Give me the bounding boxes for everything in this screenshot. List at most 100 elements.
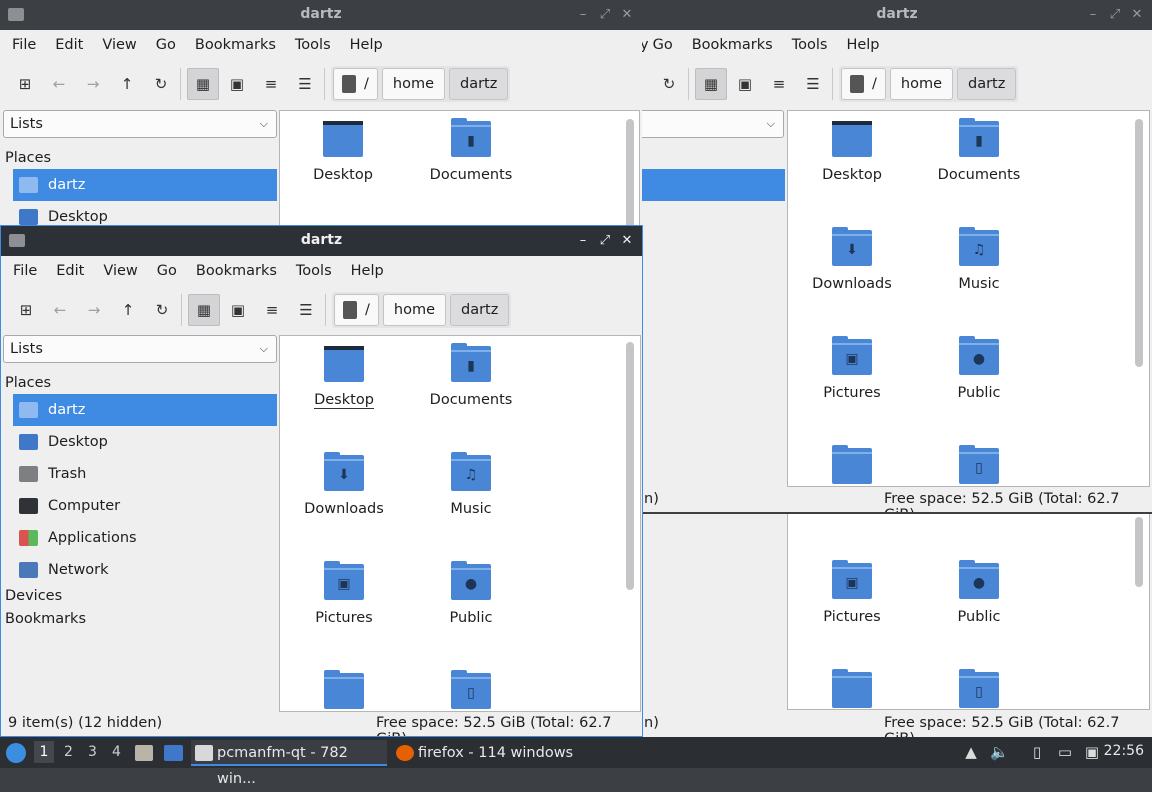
bookmarks-header[interactable]: Bookmarks bbox=[5, 611, 86, 627]
forward-arrow-icon[interactable]: → bbox=[82, 74, 104, 94]
sidebar-item-trash[interactable]: Trash bbox=[13, 458, 277, 490]
devices-header[interactable]: Devices bbox=[5, 588, 62, 604]
file-item-public[interactable]: ● Public bbox=[924, 560, 1034, 625]
detailed-view-icon[interactable]: ☰ bbox=[802, 74, 824, 94]
minimize-button[interactable]: – bbox=[576, 7, 590, 23]
workspace-2[interactable]: 2 bbox=[64, 744, 73, 760]
title-bar[interactable]: dartz – ⤢ ✕ bbox=[642, 0, 1152, 30]
sidebar-item-network[interactable]: Network bbox=[13, 554, 277, 586]
thumbnail-view-icon[interactable]: ▣ bbox=[734, 74, 756, 94]
vertical-scrollbar[interactable] bbox=[626, 119, 634, 226]
sidebar-item-computer[interactable]: Computer bbox=[13, 490, 277, 522]
new-tab-icon[interactable]: ⊞ bbox=[15, 300, 37, 320]
close-button[interactable]: ✕ bbox=[620, 7, 634, 23]
file-item-downloads[interactable]: ⬇ Downloads bbox=[797, 227, 907, 292]
file-view[interactable]: Desktop ▮ Documents ⬇ Downloads ♫ Music … bbox=[279, 335, 641, 712]
compact-view-icon[interactable]: ≡ bbox=[260, 74, 282, 94]
task-pcmanfm[interactable]: pcmanfm-qt - 782 win... bbox=[191, 740, 387, 787]
network-status-icon[interactable]: ▭ bbox=[1056, 743, 1074, 761]
clock[interactable]: 22:56 bbox=[1104, 743, 1144, 759]
file-item-desktop[interactable]: Desktop bbox=[288, 121, 398, 183]
menu-tools[interactable]: Tools bbox=[296, 263, 332, 279]
thumbnail-view-icon[interactable]: ▣ bbox=[226, 74, 248, 94]
file-item-public[interactable]: ● Public bbox=[416, 561, 526, 626]
sidebar-selected-item[interactable] bbox=[642, 169, 785, 201]
path-root-button[interactable]: / bbox=[841, 68, 886, 100]
menu-bookmarks[interactable]: Bookmarks bbox=[196, 263, 277, 279]
path-dartz-button[interactable]: dartz bbox=[957, 68, 1017, 100]
menu-help[interactable]: Help bbox=[351, 263, 384, 279]
menu-bookmarks[interactable]: Bookmarks bbox=[195, 37, 276, 53]
title-bar[interactable]: dartz – ⤢ ✕ bbox=[1, 226, 642, 256]
file-item-documents[interactable]: ▮ Documents bbox=[416, 118, 526, 183]
menu-go[interactable]: Go bbox=[156, 37, 176, 53]
sidebar-item-desktop[interactable]: Desktop bbox=[13, 201, 277, 226]
menu-view[interactable]: View bbox=[103, 263, 137, 279]
thumbnail-view-icon[interactable]: ▣ bbox=[227, 300, 249, 320]
path-home-button[interactable]: home bbox=[382, 294, 446, 326]
close-button[interactable]: ✕ bbox=[620, 233, 634, 249]
clipboard-icon[interactable]: ▯ bbox=[1028, 743, 1046, 761]
compact-view-icon[interactable]: ≡ bbox=[261, 300, 283, 320]
path-dartz-button[interactable]: dartz bbox=[449, 68, 509, 100]
task-firefox[interactable]: firefox - 114 windows bbox=[392, 740, 582, 766]
up-arrow-icon[interactable]: ↑ bbox=[116, 74, 138, 94]
menu-file[interactable]: File bbox=[12, 37, 36, 53]
file-view[interactable]: Desktop ▮ Documents bbox=[279, 110, 640, 226]
menu-tools[interactable]: Tools bbox=[295, 37, 331, 53]
workspace-4[interactable]: 4 bbox=[112, 744, 121, 760]
workspace-3[interactable]: 3 bbox=[88, 744, 97, 760]
sidebar-item-desktop[interactable]: Desktop bbox=[13, 426, 277, 458]
menu-file[interactable]: File bbox=[13, 263, 37, 279]
file-item-templates[interactable]: ▯ bbox=[416, 670, 526, 711]
menu-edit[interactable]: Edit bbox=[55, 37, 83, 53]
menu-bookmarks[interactable]: Bookmarks bbox=[692, 37, 773, 53]
menu-go[interactable]: Go bbox=[157, 263, 177, 279]
file-item-documents[interactable]: ▮ Documents bbox=[924, 118, 1034, 183]
title-bar[interactable]: dartz – ⤢ ✕ bbox=[0, 0, 642, 30]
tray-arrow-icon[interactable]: ▲ bbox=[962, 743, 980, 761]
sidebar-item-dartz[interactable]: dartz bbox=[13, 394, 277, 426]
vertical-scrollbar[interactable] bbox=[1135, 517, 1143, 587]
sidebar-item-applications[interactable]: Applications bbox=[13, 522, 277, 554]
side-pane-mode-select[interactable]: Lists ⌵ bbox=[3, 335, 277, 363]
menu-help[interactable]: Help bbox=[846, 37, 879, 53]
file-item-downloads[interactable]: ⬇ Downloads bbox=[289, 452, 399, 517]
reload-icon[interactable]: ↻ bbox=[658, 74, 680, 94]
path-dartz-button[interactable]: dartz bbox=[450, 294, 510, 326]
path-home-button[interactable]: home bbox=[889, 68, 953, 100]
icon-view-icon[interactable]: ▦ bbox=[187, 68, 219, 100]
maximize-button[interactable]: ⤢ bbox=[1108, 7, 1122, 23]
show-desktop-icon[interactable] bbox=[164, 745, 183, 761]
file-item-templates[interactable]: ▯ bbox=[924, 445, 1034, 486]
back-arrow-icon[interactable]: ← bbox=[49, 300, 71, 320]
volume-icon[interactable]: 🔈 bbox=[990, 743, 1009, 761]
file-item-folder[interactable] bbox=[289, 670, 399, 711]
maximize-button[interactable]: ⤢ bbox=[598, 233, 612, 249]
vertical-scrollbar[interactable] bbox=[626, 342, 634, 590]
minimize-button[interactable]: – bbox=[1086, 7, 1100, 23]
menu-edit[interactable]: Edit bbox=[56, 263, 84, 279]
vertical-scrollbar[interactable] bbox=[1135, 119, 1143, 367]
file-item-folder[interactable] bbox=[797, 445, 907, 486]
sidebar-item-dartz[interactable]: dartz bbox=[13, 169, 277, 201]
file-item-music[interactable]: ♫ Music bbox=[924, 227, 1034, 292]
file-item-folder[interactable] bbox=[797, 669, 907, 709]
file-item-pictures[interactable]: ▣ Pictures bbox=[797, 560, 907, 625]
file-item-documents[interactable]: ▮ Documents bbox=[416, 343, 526, 408]
compact-view-icon[interactable]: ≡ bbox=[768, 74, 790, 94]
reload-icon[interactable]: ↻ bbox=[150, 74, 172, 94]
path-root-button[interactable]: / bbox=[334, 294, 379, 326]
maximize-button[interactable]: ⤢ bbox=[598, 7, 612, 23]
minimize-button[interactable]: – bbox=[576, 233, 590, 249]
update-notifier-icon[interactable]: ▣ bbox=[1083, 743, 1101, 761]
path-home-button[interactable]: home bbox=[381, 68, 445, 100]
menu-tools[interactable]: Tools bbox=[792, 37, 828, 53]
file-item-public[interactable]: ● Public bbox=[924, 336, 1034, 401]
file-item-music[interactable]: ♫ Music bbox=[416, 452, 526, 517]
file-item-templates[interactable]: ▯ bbox=[924, 669, 1034, 709]
file-item-pictures[interactable]: ▣ Pictures bbox=[289, 561, 399, 626]
reload-icon[interactable]: ↻ bbox=[151, 300, 173, 320]
back-arrow-icon[interactable]: ← bbox=[48, 74, 70, 94]
menu-go[interactable]: Go bbox=[653, 37, 673, 53]
